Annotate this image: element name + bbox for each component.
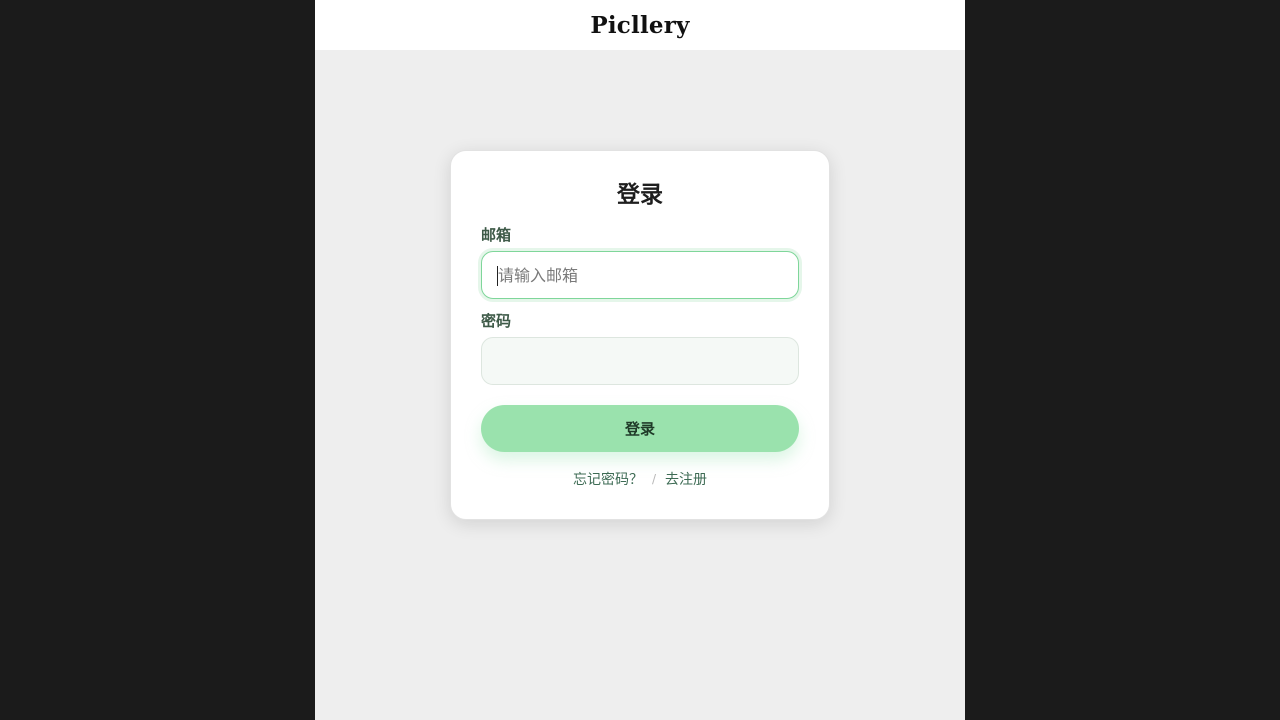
- password-field-wrapper: [481, 337, 799, 385]
- top-bar: Picllery: [315, 0, 965, 50]
- email-label: 邮箱: [481, 226, 512, 244]
- auth-links: 忘记密码？ / 去注册: [481, 469, 799, 489]
- brand-logo[interactable]: Picllery: [590, 12, 689, 39]
- text-caret: [497, 266, 498, 286]
- password-label: 密码: [481, 312, 512, 330]
- login-button[interactable]: 登录: [481, 405, 799, 452]
- email-field-wrapper: [481, 251, 799, 299]
- forgot-password-link[interactable]: 忘记密码？: [573, 469, 643, 489]
- app-frame: Picllery 登录 邮箱 密码 登录 忘记密码？ / 去注册: [315, 0, 965, 720]
- link-separator: /: [651, 472, 657, 486]
- login-title: 登录: [617, 181, 663, 208]
- register-link[interactable]: 去注册: [665, 469, 707, 489]
- login-card: 登录 邮箱 密码 登录 忘记密码？ / 去注册: [450, 150, 830, 520]
- email-input[interactable]: [482, 252, 798, 298]
- password-input[interactable]: [482, 338, 798, 384]
